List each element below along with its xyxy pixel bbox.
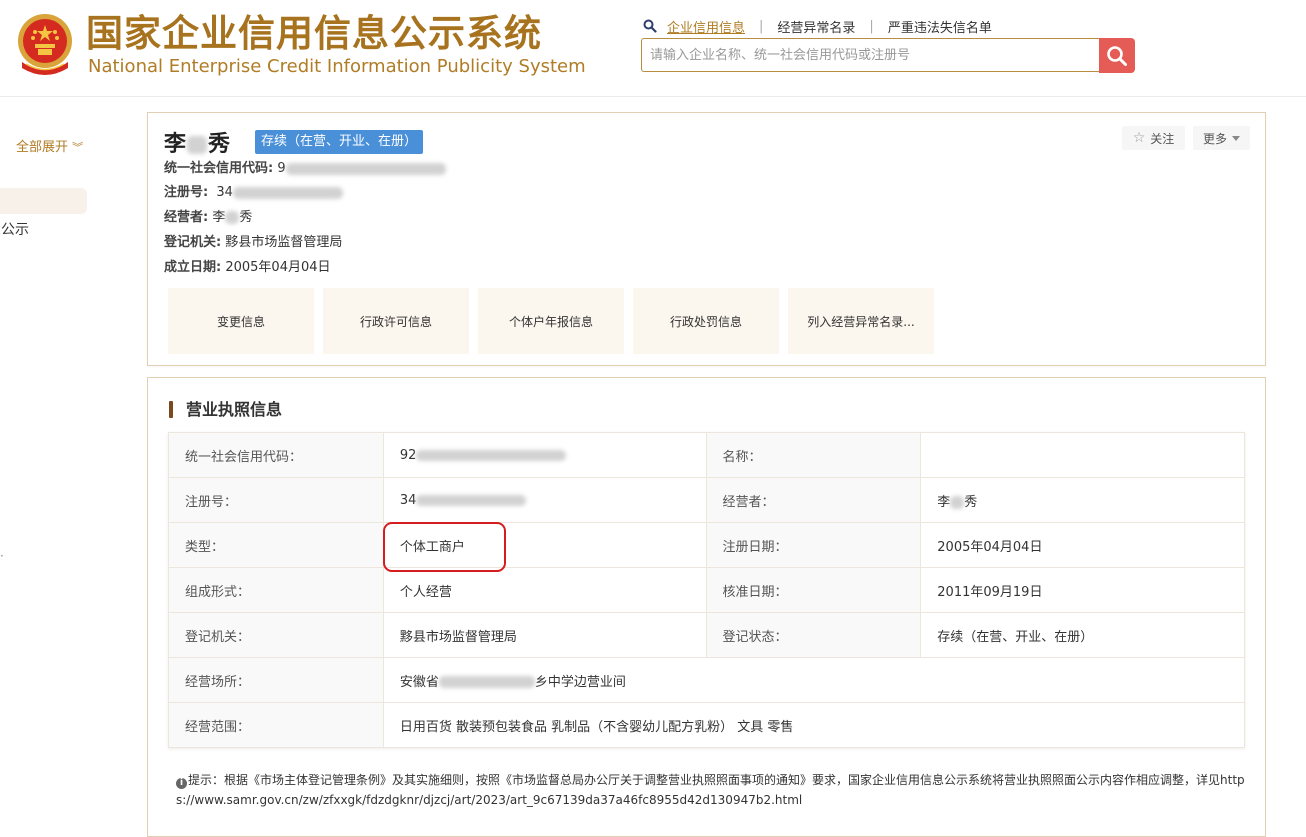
table-value: 34: [382, 477, 707, 523]
nav-enterprise-credit[interactable]: 企业信用信息: [667, 17, 745, 36]
more-button[interactable]: 更多: [1193, 126, 1250, 150]
change-info-button[interactable]: 变更信息: [168, 288, 314, 354]
table-key: 登记状态：: [705, 612, 922, 658]
table-value: 个人经营: [382, 567, 707, 613]
nav-dishonest-list[interactable]: 严重违法失信名单: [888, 17, 992, 36]
table-key: 经营场所：: [168, 657, 384, 703]
nav-abnormal-list[interactable]: 经营异常名录: [777, 17, 855, 36]
sidebar-item-active[interactable]: [0, 188, 87, 214]
table-key: 注册号：: [168, 477, 384, 523]
table-value: 2011年09月19日: [920, 567, 1245, 613]
national-emblem-icon: [18, 14, 72, 75]
annual-report-button[interactable]: 个体户年报信息: [478, 288, 624, 354]
table-key: 登记机关：: [168, 612, 384, 658]
table-row: 经营场所： 安徽省 乡中学边营业间: [168, 657, 1246, 703]
redacted-blur: [232, 186, 343, 199]
admin-license-button[interactable]: 行政许可信息: [323, 288, 469, 354]
header-divider: [0, 96, 1306, 97]
table-key: 经营者：: [705, 477, 922, 523]
redacted-blur: [225, 211, 240, 224]
info-reg-number: 注册号: 34: [164, 183, 343, 203]
table-row: 组成形式： 个人经营 核准日期： 2011年09月19日: [168, 567, 1245, 613]
redacted-blur: [416, 449, 567, 461]
table-row: 统一社会信用代码： 92 名称：: [168, 432, 1245, 478]
star-icon: ☆: [1132, 130, 1146, 146]
sidebar-item-publicity[interactable]: 息公示: [0, 219, 29, 239]
expand-all-label: 全部展开: [16, 140, 69, 155]
table-row: 类型： 个体工商户 注册日期： 2005年04月04日: [168, 522, 1245, 568]
table-row: 经营范围： 日用百货 散装预包装食品 乳制品（不含婴幼儿配方乳粉） 文具 零售: [168, 702, 1246, 748]
type-highlight-box: [383, 522, 506, 572]
abnormal-list-button[interactable]: 列入经营异常名录...: [788, 288, 934, 354]
expand-all-button[interactable]: 全部展开 ︾: [16, 136, 83, 155]
redacted-blur: [438, 676, 535, 688]
follow-label: 关注: [1150, 131, 1175, 146]
admin-penalty-button[interactable]: 行政处罚信息: [633, 288, 779, 354]
sidebar-bullet: ·: [0, 549, 4, 563]
notice-text: i 提示：根据《市场主体登记管理条例》及其实施细则，按照《市场监督总局办公厅关于调…: [176, 773, 1245, 807]
table-key: 注册日期：: [705, 522, 922, 568]
search-button[interactable]: [1099, 38, 1135, 73]
search-icon: [1107, 45, 1127, 66]
info-founded-date: 成立日期: 2005年04月04日: [164, 260, 331, 275]
table-value: 黟县市场监督管理局: [382, 612, 707, 658]
license-table: 统一社会信用代码： 92 名称： 注册号： 34 经营者： 李秀 类型： 个体工…: [168, 432, 1246, 748]
search-input[interactable]: [642, 39, 1099, 71]
table-value: 2005年04月04日: [920, 522, 1245, 568]
table-value: 日用百货 散装预包装食品 乳制品（不含婴幼儿配方乳粉） 文具 零售: [382, 702, 1246, 748]
table-value: 安徽省 乡中学边营业间: [382, 657, 1246, 703]
table-value: [920, 432, 1245, 478]
caret-down-icon: [1232, 135, 1240, 141]
double-chevron-down-icon: ︾: [72, 141, 84, 154]
info-credit-code: 统一社会信用代码: 9: [164, 159, 446, 179]
search-box: [641, 38, 1099, 72]
status-tag: 存续（在营、开业、在册）: [255, 130, 424, 154]
table-value: 李秀: [920, 477, 1245, 523]
table-key: 类型：: [168, 522, 384, 568]
nav-separator: |: [759, 18, 764, 34]
site-title-en: National Enterprise Credit Information P…: [88, 56, 586, 77]
table-key: 统一社会信用代码：: [168, 432, 384, 478]
section-title: 营业执照信息: [186, 400, 283, 419]
redacted-blur: [950, 495, 965, 509]
table-key: 名称：: [705, 432, 922, 478]
more-label: 更多: [1202, 131, 1227, 146]
table-value: 存续（在营、开业、在册）: [920, 612, 1245, 658]
redacted-blur: [285, 162, 446, 175]
search-icon: [643, 19, 657, 33]
redacted-blur: [416, 494, 527, 506]
table-key: 组成形式：: [168, 567, 384, 613]
top-nav: 企业信用信息 | 经营异常名录 | 严重违法失信名单: [643, 16, 992, 36]
section-marker: [169, 401, 173, 418]
nav-separator: |: [869, 18, 874, 34]
redacted-blur: [187, 136, 208, 154]
info-operator: 经营者: 李秀: [164, 210, 253, 225]
site-title-cn: 国家企业信用信息公示系统: [86, 12, 542, 55]
table-key: 经营范围：: [168, 702, 384, 748]
table-value: 92: [382, 432, 707, 478]
table-row: 登记机关： 黟县市场监督管理局 登记状态： 存续（在营、开业、在册）: [168, 612, 1245, 658]
table-row: 注册号： 34 经营者： 李秀: [168, 477, 1245, 523]
table-key: 核准日期：: [705, 567, 922, 613]
follow-button[interactable]: ☆ 关注: [1122, 126, 1185, 150]
company-name: 李秀: [164, 132, 231, 157]
info-icon: i: [176, 778, 187, 789]
info-authority: 登记机关: 黟县市场监督管理局: [164, 235, 343, 250]
